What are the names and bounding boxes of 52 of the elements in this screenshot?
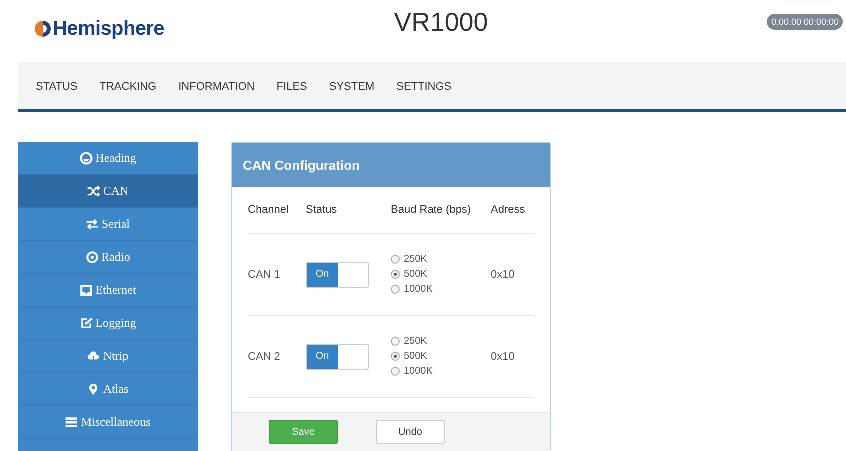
channel-cell-text: CAN 2 [248,350,282,362]
cloud-icon [87,350,100,362]
edit-icon [80,316,93,330]
radio-label: 250K [404,336,428,347]
radio-button[interactable] [391,285,400,294]
radio-label: 1000K [404,366,433,377]
toggle-switch[interactable]: On [306,262,369,288]
panel-title: CAN Configuration [243,158,360,172]
radio-button[interactable] [391,255,400,264]
sidebar-item[interactable]: Logging [18,307,198,340]
address-cell-text: 0x10 [491,350,516,362]
logo-text: Hemisphere [53,18,164,40]
radio-label: 1000K [404,284,433,295]
sidebar-item[interactable]: Ntrip [18,340,198,373]
nav-link[interactable]: TRACKING [100,78,157,93]
column-header: Baud Rate (bps) [391,204,472,216]
channel-cell-text: CAN 1 [248,268,282,280]
sidebar-item[interactable]: CAN [18,175,198,208]
list-icon [65,416,78,428]
sidebar-item[interactable]: Miscellaneous [18,406,198,439]
undo-button[interactable]: Undo [376,420,445,444]
radio-button[interactable] [391,337,400,346]
arrows-icon [86,218,99,230]
column-header: Channel [248,204,290,216]
radio-button[interactable] [391,352,400,361]
page-title: VR1000 [393,6,490,38]
inbox-icon [80,284,93,296]
nav-link[interactable]: FILES [276,78,308,93]
shuffle-icon [87,184,100,198]
logo-icon [35,20,51,38]
nav-link[interactable]: INFORMATION [178,78,255,93]
radio-label: 250K [404,254,428,265]
save-button[interactable]: Save [269,420,338,444]
radio-button[interactable] [391,270,400,279]
column-header: Status [306,204,338,216]
sidebar-item[interactable]: Atlas [18,373,198,406]
map-marker-icon [87,382,100,396]
sidebar-item[interactable]: Ethernet [18,274,198,307]
nav-link[interactable]: STATUS [36,78,78,93]
toggle-switch[interactable]: On [306,344,369,370]
radio-label: 500K [404,351,428,362]
clock-badge: 0.00.00 00:00:00 [767,14,843,30]
sidebar-item[interactable]: Radio [18,241,198,274]
radio-label: 500K [404,269,428,280]
target-icon [86,250,99,264]
column-header: Adress [491,204,526,216]
address-cell-text: 0x10 [491,268,516,280]
nav-link[interactable]: SETTINGS [396,78,452,93]
sidebar-item[interactable]: Serial [18,208,198,241]
gauge-icon [80,152,93,164]
radio-button[interactable] [391,367,400,376]
nav-link[interactable]: SYSTEM [329,78,375,93]
